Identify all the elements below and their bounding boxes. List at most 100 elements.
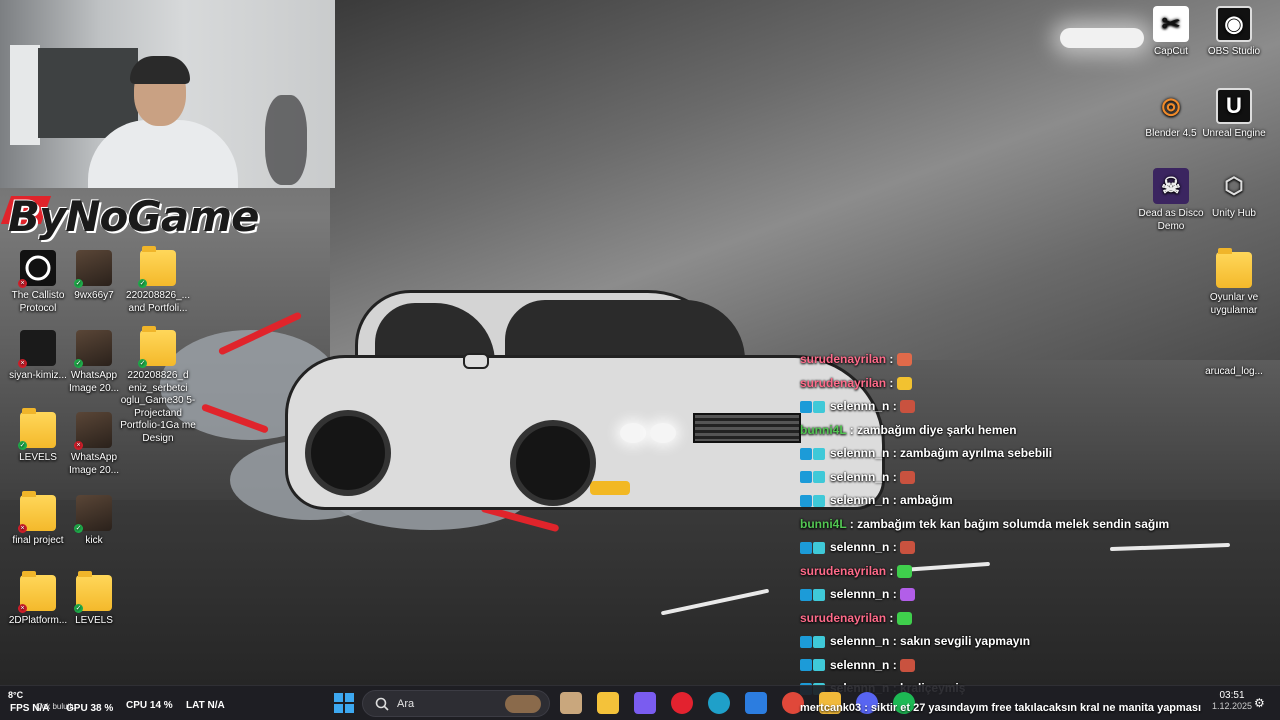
capcut-icon: ✂ xyxy=(1153,6,1189,42)
chat-username[interactable]: surudenayrilan xyxy=(800,376,886,390)
chat-username[interactable]: selennn_n xyxy=(830,493,889,507)
chat-username[interactable]: selennn_n xyxy=(830,470,889,484)
chat-emote-icon xyxy=(896,353,912,367)
widgets-icon[interactable] xyxy=(560,692,582,714)
chat-username[interactable]: selennn_n xyxy=(830,658,889,672)
chat-separator: : xyxy=(889,399,901,413)
sync-ok-icon: ✓ xyxy=(74,359,83,368)
desktop-icon-label: 220208826_... and Portfoli... xyxy=(126,290,190,314)
unreal-engine-icon: U xyxy=(1216,88,1252,124)
desktop-icon-label: Unity Hub xyxy=(1212,208,1256,219)
cpu-stat: CPU 14 % xyxy=(126,700,173,711)
cam-shadow xyxy=(265,95,307,185)
desktop-icon[interactable]: ✓ 220208826_... and Portfoli... xyxy=(120,246,196,315)
chat-text: zambağım diye şarkı hemen xyxy=(857,422,1017,437)
desktop-icon[interactable]: ◉ OBS Studio xyxy=(1196,6,1272,59)
chat-username[interactable]: selennn_n xyxy=(830,587,889,601)
desktop-icon-label: Oyunlar ve uygulamar xyxy=(1209,292,1259,316)
chat-message: surudenayrilan : xyxy=(800,348,1270,372)
chat-user-badges-icon xyxy=(800,494,826,507)
chat-message: selennn_n : xyxy=(800,583,1270,607)
chat-username[interactable]: selennn_n xyxy=(830,446,889,460)
chat-separator: : xyxy=(889,587,901,601)
cpu-value: 14 % xyxy=(149,700,173,711)
edge-icon[interactable] xyxy=(708,692,730,714)
chat-emote-icon xyxy=(900,658,916,672)
start-button[interactable] xyxy=(333,692,355,714)
cam-person-beanie xyxy=(130,56,190,84)
stream-chat-overlay: surudenayrilan : surudenayrilan : selenn… xyxy=(800,348,1270,701)
store-icon[interactable] xyxy=(745,692,767,714)
chat-separator: : xyxy=(889,657,901,672)
desktop-icon[interactable]: ✓ kick xyxy=(56,495,132,548)
chat-user-badges-icon xyxy=(800,400,826,413)
taskbar-search[interactable]: Ara xyxy=(362,690,550,717)
chat-text: zambağım tek kan bağım solumda melek sen… xyxy=(857,516,1170,531)
car-headlight xyxy=(620,423,646,443)
chat-separator: : xyxy=(846,422,858,437)
chat-message: selennn_n : xyxy=(800,654,1270,678)
lat-stat: LAT N/A xyxy=(186,700,225,711)
search-placeholder: Ara xyxy=(397,698,415,710)
app-icon: × xyxy=(18,330,56,368)
copilot-icon[interactable] xyxy=(634,692,656,714)
chat-username[interactable]: selennn_n xyxy=(830,399,889,413)
chat-message: bunni4L : zambağım diye şarkı hemen xyxy=(800,419,1270,443)
desktop-icon[interactable]: × WhatsApp Image 20... xyxy=(56,412,132,477)
desktop-icon[interactable]: ✓ LEVELS xyxy=(56,571,132,628)
unity-hub-icon: ⬡ xyxy=(1224,173,1244,198)
app-icon: × xyxy=(18,250,56,288)
sync-ok-icon: ✓ xyxy=(138,279,147,288)
clock-date: 1.12.2025 xyxy=(1212,701,1253,711)
chat-message: selennn_n : ambağım xyxy=(800,489,1270,513)
chat-separator: : xyxy=(886,610,897,625)
fps-label: FPS xyxy=(10,703,30,714)
chat-emote-icon xyxy=(900,400,916,414)
fps-value: N/A xyxy=(32,703,50,714)
chat-message: surudenayrilan : xyxy=(800,560,1270,584)
desktop-icon-label: kick xyxy=(85,535,103,546)
car-grille xyxy=(693,413,801,443)
chat-user-badges-icon xyxy=(800,588,826,601)
desktop-icon[interactable]: ⬡ Unity Hub xyxy=(1196,168,1272,221)
chat-user-badges-icon xyxy=(800,447,826,460)
weather-temp[interactable]: 8°C xyxy=(8,690,23,700)
desktop-icon[interactable]: U Unreal Engine xyxy=(1196,88,1272,141)
chat-text: zambağım ayrılma sebebili xyxy=(900,446,1053,460)
desktop-icon[interactable]: Oyunlar ve uygulamar xyxy=(1196,248,1272,317)
sync-ok-icon: ✓ xyxy=(74,604,83,613)
chat-separator: : xyxy=(889,634,901,648)
obs-studio-icon: ◉ xyxy=(1216,6,1252,42)
chat-separator: : xyxy=(846,516,858,531)
chat-username[interactable]: selennn_n xyxy=(830,634,889,648)
chat-username[interactable]: bunni4L xyxy=(800,423,846,437)
webcam-overlay xyxy=(0,0,335,188)
sync-error-icon: × xyxy=(18,359,27,368)
sync-ok-icon: ✓ xyxy=(74,524,83,533)
chat-message: surudenayrilan : xyxy=(800,372,1270,396)
gpu-label: GPU xyxy=(66,703,88,714)
cpu-label: CPU xyxy=(126,700,148,711)
chat-separator: : xyxy=(886,563,897,578)
sync-ok-icon: ✓ xyxy=(18,441,27,450)
chat-ticker: mertcank03 : siktir et 27 yasındayım fre… xyxy=(800,702,1202,714)
notification-icon[interactable]: ⚙ xyxy=(1254,696,1265,710)
chat-message: surudenayrilan : xyxy=(800,607,1270,631)
chat-emote-icon xyxy=(896,564,912,578)
folder-icon: × xyxy=(18,491,56,533)
chat-username[interactable]: surudenayrilan xyxy=(800,611,886,625)
chat-user-badges-icon xyxy=(800,471,826,484)
file-explorer-icon[interactable] xyxy=(597,692,619,714)
chat-username[interactable]: surudenayrilan xyxy=(800,352,886,366)
chat-emote-icon xyxy=(900,470,916,484)
opera-icon[interactable] xyxy=(671,692,693,714)
chat-user-badges-icon xyxy=(800,541,826,554)
chat-username[interactable]: surudenayrilan xyxy=(800,564,886,578)
sync-error-icon: × xyxy=(74,441,83,450)
chat-username[interactable]: selennn_n xyxy=(830,540,889,554)
desktop-icon-label: WhatsApp Image 20... xyxy=(68,452,120,476)
system-clock[interactable]: 03:51 1.12.2025 xyxy=(1212,690,1252,711)
chat-username[interactable]: bunni4L xyxy=(800,517,846,531)
image-file-icon: ✓ xyxy=(74,250,112,288)
search-highlight-icon xyxy=(505,695,541,713)
